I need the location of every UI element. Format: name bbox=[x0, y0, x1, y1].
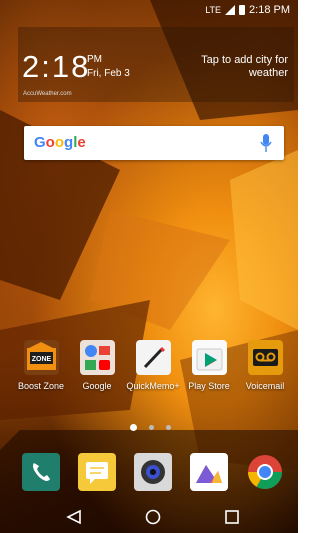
clock-date: Fri, Feb 3 bbox=[87, 68, 130, 79]
gallery-icon bbox=[190, 453, 228, 491]
google-search-bar[interactable]: Google bbox=[24, 126, 284, 160]
add-city-prompt[interactable]: Tap to add city for weather bbox=[198, 54, 288, 80]
app-label: Google bbox=[82, 381, 112, 391]
battery-icon bbox=[239, 5, 246, 15]
weather-source: AccuWeather.com bbox=[23, 91, 72, 97]
status-bar: LTE 2:18 PM bbox=[0, 0, 298, 20]
play-store-icon bbox=[191, 340, 227, 375]
dock-chrome[interactable] bbox=[235, 453, 295, 491]
dock-phone[interactable] bbox=[11, 453, 71, 491]
app-label: Boost Zone bbox=[17, 381, 65, 391]
home-icon[interactable] bbox=[145, 509, 161, 525]
app-boost-zone[interactable]: ZONE Boost Zone bbox=[11, 340, 71, 391]
clock-ampm: PM bbox=[87, 54, 102, 65]
app-label: Voicemail bbox=[245, 381, 285, 391]
quickmemo-icon bbox=[135, 340, 171, 375]
page-dot[interactable] bbox=[149, 425, 154, 430]
app-label: Play Store bbox=[188, 381, 230, 391]
page-dot-active[interactable] bbox=[130, 424, 137, 431]
status-time: 2:18 PM bbox=[249, 4, 290, 16]
dock-messages[interactable] bbox=[67, 453, 127, 491]
app-play-store[interactable]: Play Store bbox=[179, 340, 239, 391]
lte-signal-label: LTE bbox=[205, 5, 222, 15]
app-voicemail[interactable]: Voicemail bbox=[235, 340, 295, 391]
boost-zone-icon: ZONE bbox=[23, 340, 59, 375]
app-quickmemo[interactable]: QuickMemo+ bbox=[123, 340, 183, 391]
recent-apps-icon[interactable] bbox=[224, 509, 240, 525]
microphone-icon[interactable] bbox=[260, 134, 272, 152]
navigation-bar bbox=[0, 503, 298, 533]
weather-clock-widget[interactable]: 2:18 PM Fri, Feb 3 Tap to add city for w… bbox=[18, 27, 294, 102]
dock-gallery[interactable] bbox=[179, 453, 239, 491]
dock-camera[interactable] bbox=[123, 453, 183, 491]
google-apps-folder-icon bbox=[79, 340, 115, 375]
signal-icon bbox=[225, 5, 236, 15]
page-indicator bbox=[130, 424, 171, 431]
clock-time: 2:18 bbox=[22, 49, 91, 84]
chrome-icon bbox=[246, 453, 284, 491]
voicemail-icon bbox=[247, 340, 283, 375]
back-icon[interactable] bbox=[66, 509, 82, 525]
app-label: QuickMemo+ bbox=[126, 381, 180, 391]
home-screen: LTE 2:18 PM 2:18 PM Fri, Feb 3 Tap to ad… bbox=[0, 0, 298, 533]
google-logo: Google bbox=[34, 134, 86, 151]
page-dot[interactable] bbox=[166, 425, 171, 430]
svg-text:ZONE: ZONE bbox=[31, 356, 51, 363]
messages-icon bbox=[78, 453, 116, 491]
camera-icon bbox=[134, 453, 172, 491]
phone-icon bbox=[22, 453, 60, 491]
app-google-folder[interactable]: Google bbox=[67, 340, 127, 391]
